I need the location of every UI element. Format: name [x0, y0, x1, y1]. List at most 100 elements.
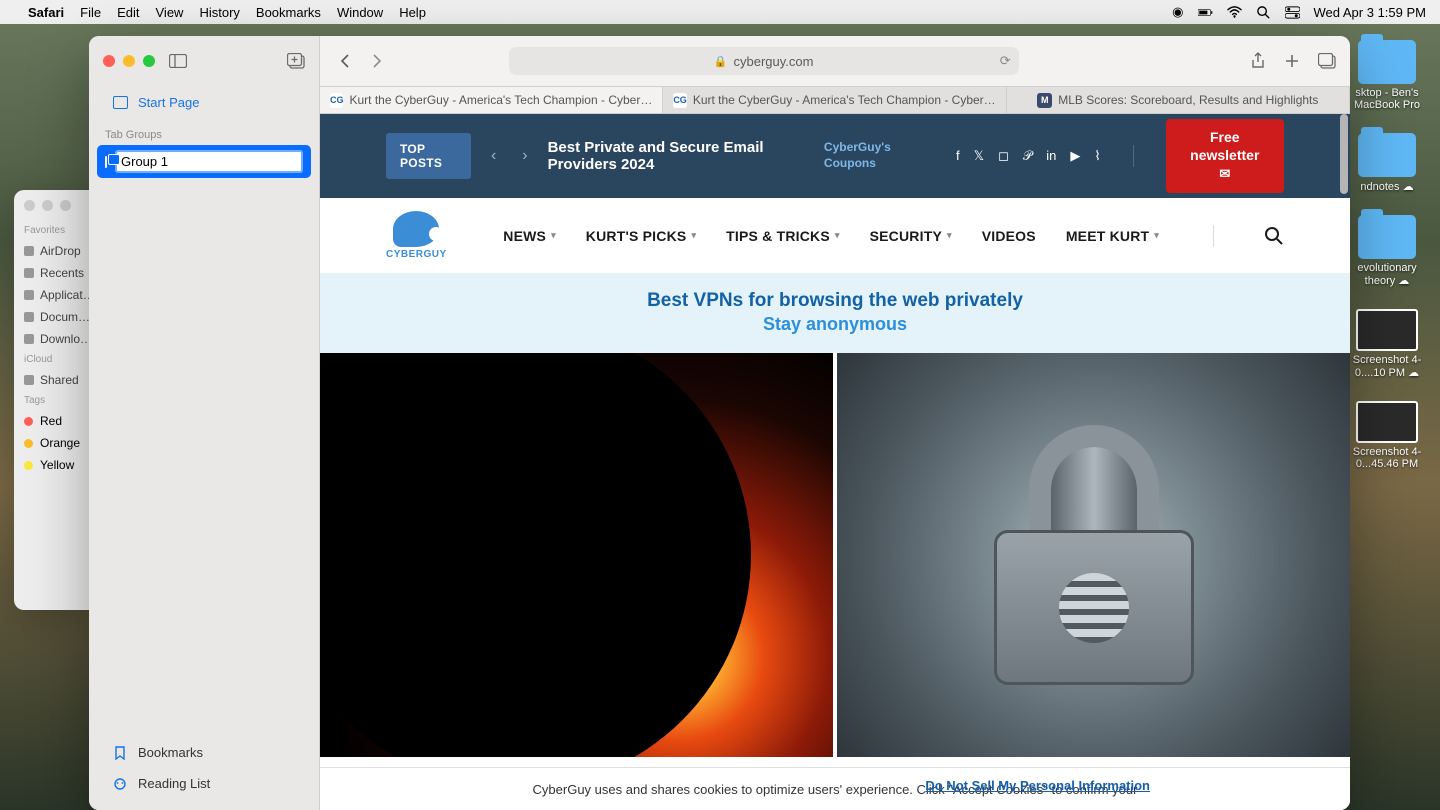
bookmark-icon	[113, 746, 128, 759]
reload-icon[interactable]: ⟳	[1000, 53, 1011, 69]
back-button[interactable]	[334, 49, 356, 73]
tab-group-icon	[105, 156, 107, 168]
finder-item[interactable]: Shared	[14, 369, 90, 391]
nav-videos[interactable]: VIDEOS	[982, 228, 1036, 244]
site-topbar: TOP POSTS ‹ › Best Private and Secure Em…	[320, 114, 1350, 198]
sidebar-bookmarks[interactable]: Bookmarks	[97, 738, 311, 767]
menu-edit[interactable]: Edit	[117, 5, 139, 20]
share-icon[interactable]	[1250, 52, 1266, 70]
divider	[1133, 145, 1134, 167]
pinterest-icon[interactable]: 𝒫	[1023, 148, 1032, 164]
lock-icon: 🔒	[714, 55, 728, 68]
finder-section-tags: Tags	[14, 391, 90, 410]
social-links: f 𝕏 ◻ 𝒫 in ▶ ⌇	[956, 148, 1101, 164]
youtube-icon[interactable]: ▶	[1070, 148, 1080, 164]
menu-history[interactable]: History	[199, 5, 239, 20]
finder-tag-red[interactable]: Red	[14, 410, 90, 432]
rss-icon[interactable]: ⌇	[1094, 148, 1100, 164]
finder-item[interactable]: Downlo…	[14, 328, 90, 350]
padlock-graphic	[994, 425, 1194, 685]
web-page: TOP POSTS ‹ › Best Private and Secure Em…	[320, 114, 1350, 810]
browser-tab[interactable]: CGKurt the CyberGuy - America's Tech Cha…	[663, 87, 1006, 113]
top-posts-badge: TOP POSTS	[386, 133, 471, 179]
top-posts-prev[interactable]: ‹	[485, 147, 502, 165]
finder-tag-yellow[interactable]: Yellow	[14, 454, 90, 476]
hero-article-security[interactable]	[837, 353, 1350, 757]
menu-view[interactable]: View	[156, 5, 184, 20]
browser-tab[interactable]: MMLB Scores: Scoreboard, Results and Hig…	[1007, 87, 1350, 113]
wifi-icon[interactable]	[1227, 5, 1242, 20]
hero-article-eclipse[interactable]	[320, 353, 833, 757]
chevron-down-icon: ▾	[691, 230, 696, 241]
search-icon[interactable]	[1264, 226, 1284, 246]
nav-security[interactable]: SECURITY▾	[870, 228, 952, 244]
new-tab-group-icon[interactable]	[287, 53, 305, 69]
divider	[1213, 225, 1214, 247]
tab-group-row[interactable]	[97, 145, 311, 178]
traffic-lights[interactable]	[103, 55, 155, 67]
menu-file[interactable]: File	[80, 5, 101, 20]
sidebar-toggle-icon[interactable]	[169, 54, 187, 68]
finder-item[interactable]: Recents	[14, 262, 90, 284]
finder-tag-orange[interactable]: Orange	[14, 432, 90, 454]
x-icon[interactable]: 𝕏	[974, 148, 984, 164]
tab-group-name-input[interactable]	[115, 150, 303, 173]
facebook-icon[interactable]: f	[956, 148, 960, 164]
newsletter-button[interactable]: Free newsletter✉	[1166, 119, 1284, 192]
reading-list-icon	[113, 777, 128, 790]
instagram-icon[interactable]: ◻	[998, 148, 1009, 164]
browser-tab[interactable]: CGKurt the CyberGuy - America's Tech Cha…	[320, 87, 663, 113]
banner-line2: Stay anonymous	[320, 314, 1350, 335]
nav-tips[interactable]: TIPS & TRICKS▾	[726, 228, 839, 244]
nav-kurts-picks[interactable]: KURT'S PICKS▾	[586, 228, 696, 244]
battery-icon[interactable]	[1198, 5, 1213, 20]
promo-banner[interactable]: Best VPNs for browsing the web privately…	[320, 274, 1350, 353]
finder-section-icloud: iCloud	[14, 350, 90, 369]
desktop-icons: sktop - Ben's MacBook Pro ndnotes ☁︎ evo…	[1342, 40, 1432, 470]
sidebar-reading-list[interactable]: Reading List	[97, 769, 311, 798]
address-bar[interactable]: 🔒 cyberguy.com ⟳	[509, 47, 1019, 75]
chevron-down-icon: ▾	[551, 230, 556, 241]
new-tab-icon[interactable]	[1284, 53, 1300, 69]
finder-item[interactable]: Applicat…	[14, 284, 90, 306]
control-center-icon[interactable]	[1285, 5, 1300, 20]
chevron-down-icon: ▾	[1154, 230, 1159, 241]
site-logo[interactable]: CYBERGUY	[386, 211, 447, 260]
chevron-down-icon: ▾	[835, 230, 840, 241]
favicon: CG	[330, 93, 344, 108]
desktop-screenshot[interactable]: Screenshot 4-0....10 PM ☁︎	[1342, 309, 1432, 379]
top-posts-headline[interactable]: Best Private and Secure Email Providers …	[548, 139, 810, 173]
top-posts-next[interactable]: ›	[516, 147, 533, 165]
coupons-link[interactable]: CyberGuy's Coupons	[824, 140, 922, 171]
menubar-clock[interactable]: Wed Apr 3 1:59 PM	[1314, 5, 1427, 20]
desktop-folder[interactable]: ndnotes ☁︎	[1342, 133, 1432, 193]
start-page-icon	[113, 96, 128, 109]
finder-item[interactable]: Docum…	[14, 306, 90, 328]
menu-window[interactable]: Window	[337, 5, 383, 20]
nav-news[interactable]: NEWS▾	[503, 228, 556, 244]
menu-help[interactable]: Help	[399, 5, 426, 20]
finder-item[interactable]: AirDrop	[14, 240, 90, 262]
safari-main: 🔒 cyberguy.com ⟳ CGKurt the CyberGuy - A…	[320, 36, 1350, 810]
logo-text: CYBERGUY	[386, 249, 447, 260]
do-not-sell-link[interactable]: Do Not Sell My Personal Information	[925, 778, 1150, 793]
menu-bookmarks[interactable]: Bookmarks	[256, 5, 321, 20]
desktop-folder[interactable]: sktop - Ben's MacBook Pro	[1342, 40, 1432, 111]
forward-button[interactable]	[366, 49, 388, 73]
safari-window: Start Page Tab Groups Bookmarks Reading …	[89, 36, 1350, 810]
desktop-screenshot[interactable]: Screenshot 4-0...45.46 PM	[1342, 401, 1432, 470]
chevron-down-icon: ▾	[947, 230, 952, 241]
tab-overview-icon[interactable]	[1318, 53, 1336, 69]
desktop-folder[interactable]: evolutionary theory ☁︎	[1342, 215, 1432, 287]
grammarly-icon[interactable]: ◉	[1172, 4, 1183, 20]
sidebar-section-tabgroups: Tab Groups	[89, 119, 319, 145]
app-name[interactable]: Safari	[28, 5, 64, 20]
tab-strip: CGKurt the CyberGuy - America's Tech Cha…	[320, 86, 1350, 114]
finder-window-inactive: Favorites AirDrop Recents Applicat… Docu…	[14, 190, 90, 610]
linkedin-icon[interactable]: in	[1046, 148, 1056, 164]
safari-toolbar: 🔒 cyberguy.com ⟳	[320, 36, 1350, 86]
favicon: M	[1037, 93, 1052, 108]
spotlight-icon[interactable]	[1256, 5, 1271, 20]
sidebar-start-page[interactable]: Start Page	[97, 88, 311, 117]
nav-meet-kurt[interactable]: MEET KURT▾	[1066, 228, 1159, 244]
